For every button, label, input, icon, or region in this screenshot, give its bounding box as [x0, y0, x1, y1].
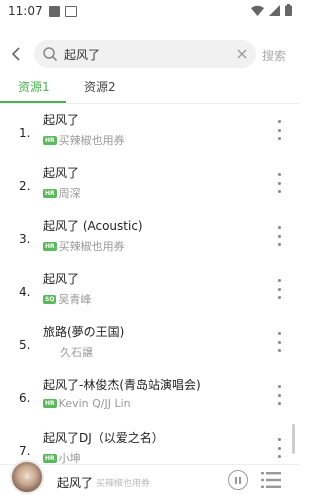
- quality-badge: HR: [43, 188, 57, 198]
- player-divider: [0, 464, 300, 465]
- source-tabs: 资源1 资源2: [0, 74, 300, 104]
- song-row[interactable]: 3. 起风了 (Acoustic) HR 买辣椒也用券: [0, 212, 300, 265]
- song-title: 起风了 (Acoustic): [43, 219, 143, 233]
- status-time: 11:07: [8, 4, 43, 18]
- song-subtitle: 久石譲: [43, 344, 93, 360]
- song-row[interactable]: 4. 起风了 SQ 吴青峰: [0, 265, 300, 318]
- mini-player[interactable]: 起风了 买辣椒也用券: [0, 460, 300, 500]
- signal-icon: [269, 4, 280, 16]
- song-subtitle: HR 买辣椒也用券: [43, 238, 125, 254]
- scrollbar[interactable]: [292, 424, 295, 454]
- back-arrow-icon: [11, 47, 20, 61]
- song-number: 1.: [19, 126, 31, 140]
- song-row[interactable]: 6. 起风了-林俊杰(青岛站演唱会) HR Kevin Q/JJ Lin: [0, 371, 300, 424]
- song-subtitle: HR Kevin Q/JJ Lin: [43, 397, 131, 410]
- more-vertical-icon[interactable]: [273, 226, 285, 246]
- more-vertical-icon[interactable]: [273, 279, 285, 299]
- more-vertical-icon[interactable]: [273, 385, 285, 405]
- tab-source-2[interactable]: 资源2: [84, 78, 116, 95]
- song-number: 6.: [19, 391, 31, 405]
- wifi-icon: [251, 5, 264, 16]
- song-artist: 买辣椒也用券: [58, 240, 125, 253]
- image-icon: [64, 5, 77, 17]
- song-row[interactable]: 2. 起风了 HR 周深: [0, 159, 300, 212]
- song-subtitle: HR 小坤: [43, 450, 81, 464]
- search-input[interactable]: [64, 40, 234, 68]
- album-art[interactable]: [10, 460, 44, 494]
- song-row[interactable]: 1. 起风了 HR 买辣椒也用券: [0, 106, 300, 159]
- search-box[interactable]: [34, 40, 256, 68]
- quality-badge: HR: [43, 241, 57, 251]
- more-vertical-icon[interactable]: [273, 332, 285, 352]
- song-artist: Kevin Q/JJ Lin: [58, 397, 131, 410]
- battery-icon: [285, 4, 292, 16]
- tab-divider: [0, 103, 300, 104]
- search-icon: [43, 47, 58, 62]
- song-artist: 小坤: [58, 452, 81, 464]
- tab-source-1[interactable]: 资源1: [18, 78, 50, 95]
- song-row[interactable]: 7. 起风了DJ（以爱之名） HR 小坤: [0, 424, 300, 464]
- song-number: 4.: [19, 285, 31, 299]
- quality-badge: HR: [43, 399, 57, 408]
- playlist-icon[interactable]: [261, 471, 281, 489]
- song-artist: 买辣椒也用券: [58, 134, 125, 147]
- song-title: 起风了: [43, 166, 80, 180]
- song-artist: 吴青峰: [58, 293, 92, 306]
- notification-square-icon: [48, 5, 60, 17]
- more-vertical-icon[interactable]: [273, 120, 285, 140]
- more-vertical-icon[interactable]: [273, 438, 285, 458]
- more-vertical-icon[interactable]: [273, 173, 285, 193]
- song-subtitle: HR 买辣椒也用券: [43, 132, 125, 148]
- quality-badge: HR: [43, 135, 57, 145]
- player-title: 起风了: [57, 476, 94, 490]
- album-art-center: [25, 475, 29, 479]
- song-row[interactable]: 5. 旅路(夢の王国) 久石譲: [0, 318, 300, 371]
- quality-badge: SQ: [43, 294, 57, 304]
- song-number: 7.: [19, 444, 31, 458]
- song-number: 2.: [19, 179, 31, 193]
- search-header: 搜索: [0, 34, 300, 74]
- song-title: 旅路(夢の王国): [43, 325, 125, 339]
- song-number: 5.: [19, 338, 31, 352]
- song-subtitle: SQ 吴青峰: [43, 291, 91, 307]
- song-title: 起风了-林俊杰(青岛站演唱会): [43, 378, 201, 392]
- song-artist: 周深: [58, 187, 81, 200]
- song-title: 起风了: [43, 272, 80, 286]
- status-bar: 11:07: [0, 0, 300, 22]
- clear-icon[interactable]: [236, 48, 248, 60]
- player-artist: 买辣椒也用券: [96, 479, 151, 489]
- pause-icon[interactable]: [228, 470, 248, 490]
- status-icons: [251, 4, 292, 16]
- back-button[interactable]: [6, 44, 26, 64]
- song-title: 起风了: [43, 113, 80, 127]
- search-button[interactable]: 搜索: [262, 47, 286, 64]
- song-title: 起风了DJ（以爱之名）: [43, 431, 164, 445]
- song-list: 1. 起风了 HR 买辣椒也用券 2. 起风了 HR 周深 3. 起风了 (Ac…: [0, 106, 300, 464]
- song-artist: 久石譲: [60, 346, 93, 359]
- song-number: 3.: [19, 232, 31, 246]
- quality-badge: HR: [43, 453, 57, 463]
- song-subtitle: HR 周深: [43, 185, 81, 201]
